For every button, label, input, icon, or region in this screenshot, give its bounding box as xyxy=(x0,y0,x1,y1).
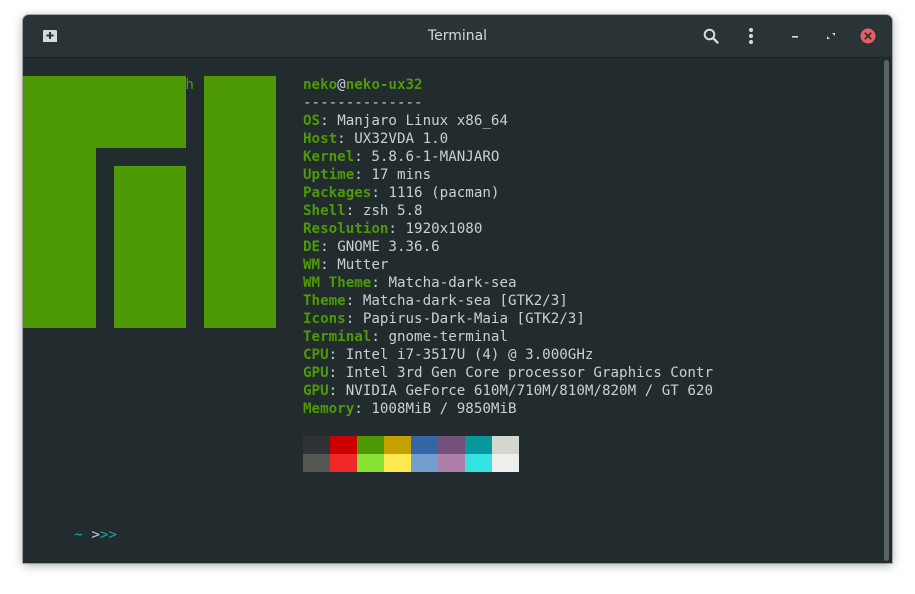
info-key: Resolution xyxy=(303,221,389,237)
prompt-arrow: > xyxy=(91,527,100,543)
prompt-arrows: >> xyxy=(99,527,117,543)
color-swatch xyxy=(303,436,330,454)
info-row: CPU: Intel i7-3517U (4) @ 3.000GHz xyxy=(303,347,594,363)
system-info: neko@neko-ux32 -------------- OS: Manjar… xyxy=(303,76,713,418)
close-button[interactable] xyxy=(855,23,881,49)
color-swatch xyxy=(438,454,465,472)
info-key: DE xyxy=(303,239,321,255)
info-row: GPU: NVIDIA GeForce 610M/710M/810M/820M … xyxy=(303,383,714,399)
info-row: Kernel: 5.8.6-1-MANJARO xyxy=(303,149,500,165)
color-swatch xyxy=(438,436,465,454)
info-key: WM xyxy=(303,257,321,273)
scrollbar[interactable] xyxy=(884,60,889,561)
kebab-menu-icon xyxy=(749,28,753,44)
info-value: zsh 5.8 xyxy=(362,203,423,219)
color-swatch xyxy=(384,454,411,472)
info-key: GPU xyxy=(303,365,329,381)
color-swatch xyxy=(384,436,411,454)
info-key: Terminal xyxy=(303,329,372,345)
info-row: Packages: 1116 (pacman) xyxy=(303,185,500,201)
terminal-output[interactable]: ~ >>> neofetch neko@neko-ux32 ----------… xyxy=(23,58,881,563)
prompt-line: ~ >>> xyxy=(23,508,117,543)
info-key: WM Theme xyxy=(303,275,372,291)
info-row: GPU: Intel 3rd Gen Core processor Graphi… xyxy=(303,365,714,381)
info-row: OS: Manjaro Linux x86_64 xyxy=(303,113,509,129)
color-swatch xyxy=(492,436,519,454)
info-value: 1116 (pacman) xyxy=(388,185,500,201)
maximize-button[interactable] xyxy=(818,23,844,49)
minimize-button[interactable] xyxy=(782,23,808,49)
info-row: Uptime: 17 mins xyxy=(303,167,432,183)
info-row: WM: Mutter xyxy=(303,257,389,273)
info-row: Resolution: 1920x1080 xyxy=(303,221,483,237)
info-row: Memory: 1008MiB / 9850MiB xyxy=(303,401,517,417)
info-row: Theme: Matcha-dark-sea [GTK2/3] xyxy=(303,293,568,309)
color-swatch xyxy=(411,454,438,472)
separator: -------------- xyxy=(303,95,423,111)
info-key: CPU xyxy=(303,347,329,363)
info-row: Shell: zsh 5.8 xyxy=(303,203,423,219)
info-value: 1008MiB / 9850MiB xyxy=(371,401,517,417)
info-value: 17 mins xyxy=(371,167,432,183)
info-value: Matcha-dark-sea [GTK2/3] xyxy=(362,293,568,309)
info-value: GNOME 3.36.6 xyxy=(337,239,440,255)
logo-left-bar xyxy=(23,148,96,328)
close-icon xyxy=(860,28,876,44)
info-key: Theme xyxy=(303,293,346,309)
info-value: 5.8.6-1-MANJARO xyxy=(371,149,500,165)
info-row: Host: UX32VDA 1.0 xyxy=(303,131,449,147)
info-key: Icons xyxy=(303,311,346,327)
info-row: Icons: Papirus-Dark-Maia [GTK2/3] xyxy=(303,311,585,327)
menu-button[interactable] xyxy=(738,23,764,49)
at-sign: @ xyxy=(337,77,346,93)
terminal-window: Terminal neko@neko-ux32 -------------- O… xyxy=(23,15,892,563)
info-value: Matcha-dark-sea xyxy=(388,275,517,291)
info-value: UX32VDA 1.0 xyxy=(354,131,449,147)
info-key: Kernel xyxy=(303,149,355,165)
info-key: Shell xyxy=(303,203,346,219)
color-swatch xyxy=(330,436,357,454)
username: neko xyxy=(303,77,338,93)
info-value: NVIDIA GeForce 610M/710M/810M/820M / GT … xyxy=(345,383,714,399)
info-key: Host xyxy=(303,131,338,147)
color-swatch xyxy=(330,454,357,472)
prompt-line: ~ >>> neofetch xyxy=(23,58,194,93)
user-host: neko@neko-ux32 xyxy=(303,76,713,94)
hostname: neko-ux32 xyxy=(345,77,423,93)
color-swatch xyxy=(465,436,492,454)
titlebar: Terminal xyxy=(23,15,892,58)
info-value: Mutter xyxy=(337,257,389,273)
minimize-icon xyxy=(792,36,798,38)
info-key: Memory xyxy=(303,401,355,417)
color-swatch xyxy=(303,454,330,472)
info-row: DE: GNOME 3.36.6 xyxy=(303,239,440,255)
color-swatch xyxy=(357,454,384,472)
info-row: WM Theme: Matcha-dark-sea xyxy=(303,275,517,291)
info-value: Intel i7-3517U (4) @ 3.000GHz xyxy=(345,347,594,363)
search-button[interactable] xyxy=(698,23,724,49)
info-row: Terminal: gnome-terminal xyxy=(303,329,509,345)
info-key: Packages xyxy=(303,185,372,201)
info-value: gnome-terminal xyxy=(388,329,509,345)
maximize-icon xyxy=(827,33,835,39)
info-key: OS xyxy=(303,113,321,129)
logo-middle-bar xyxy=(114,166,186,328)
info-key: Uptime xyxy=(303,167,355,183)
info-key: GPU xyxy=(303,383,329,399)
logo-right-bar xyxy=(204,76,276,328)
color-swatch xyxy=(465,454,492,472)
color-swatch xyxy=(492,454,519,472)
prompt-tilde: ~ xyxy=(74,527,83,543)
info-value: Intel 3rd Gen Core processor Graphics Co… xyxy=(345,365,714,381)
color-swatch xyxy=(357,436,384,454)
color-swatch xyxy=(411,436,438,454)
info-value: 1920x1080 xyxy=(405,221,483,237)
logo-top-bar xyxy=(23,76,186,148)
search-icon xyxy=(703,28,719,44)
info-value: Manjaro Linux x86_64 xyxy=(337,113,509,129)
color-palette xyxy=(303,436,519,472)
info-value: Papirus-Dark-Maia [GTK2/3] xyxy=(362,311,585,327)
